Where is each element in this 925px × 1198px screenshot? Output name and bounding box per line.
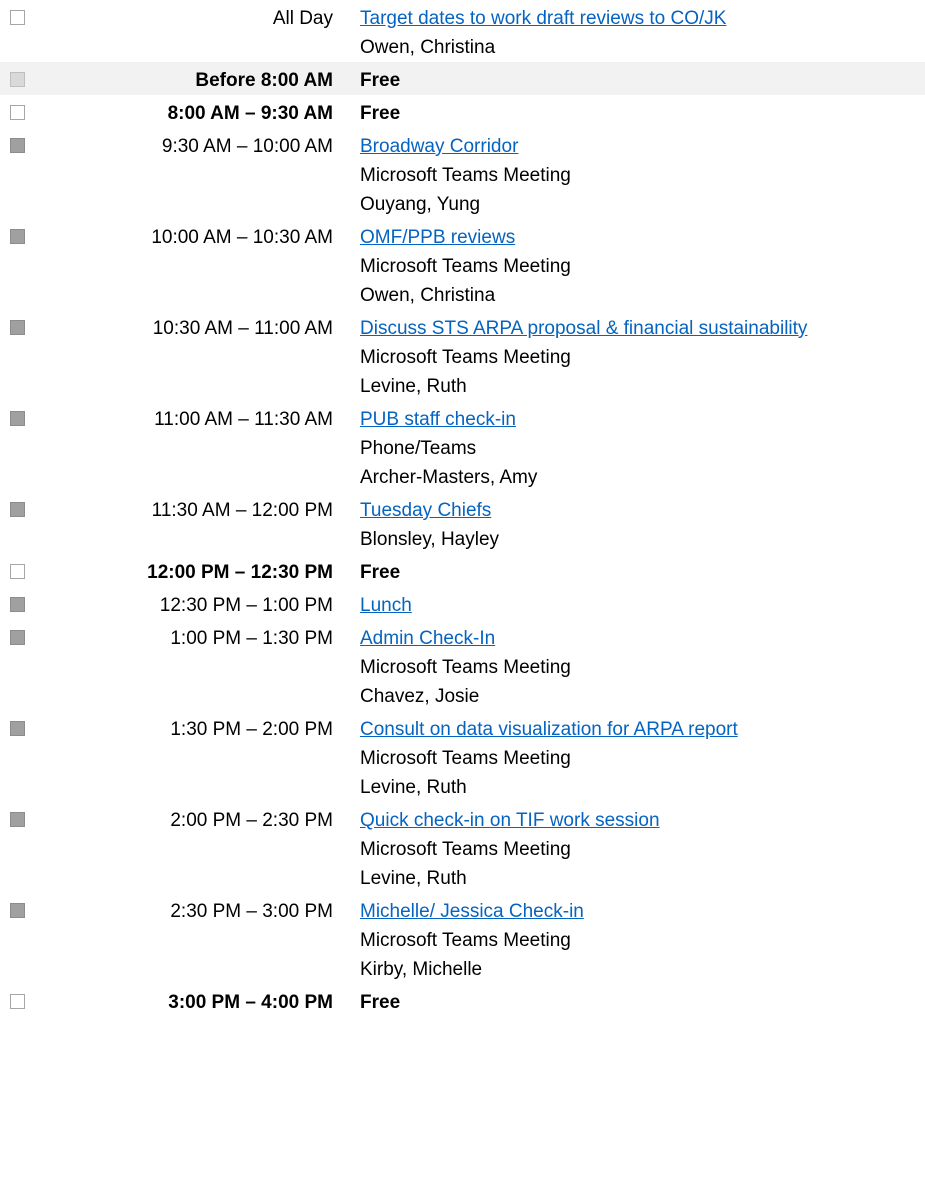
event-title-link[interactable]: Broadway Corridor xyxy=(360,132,925,161)
event-organizer: Ouyang, Yung xyxy=(360,194,481,215)
event-organizer: Kirby, Michelle xyxy=(360,959,483,980)
agenda-row: 9:30 AM – 10:00 AM Broadway Corridor Micro… xyxy=(0,128,925,219)
event-title-link[interactable]: Admin Check-In xyxy=(360,624,925,653)
agenda-row: 2:30 PM – 3:00 PM Michelle/ Jessica Check… xyxy=(0,893,925,984)
agenda-list: All Day Target dates to work draft review… xyxy=(0,0,925,1017)
event-title-link[interactable]: Quick check-in on TIF work session xyxy=(360,806,925,835)
busy-status-box xyxy=(10,502,25,517)
agenda-details: Tuesday Chiefs Blonsley, Hayley xyxy=(333,496,925,554)
agenda-details: PUB staff check-in Phone/Teams Archer-Mast… xyxy=(333,405,925,492)
event-organizer: Chavez, Josie xyxy=(360,686,480,707)
busy-status-box xyxy=(10,229,25,244)
event-organizer: Owen, Christina xyxy=(360,37,496,58)
agenda-time: 10:30 AM – 11:00 AM xyxy=(152,318,333,339)
agenda-time: 11:30 AM – 12:00 PM xyxy=(151,500,333,521)
event-title-link[interactable]: Michelle/ Jessica Check-in xyxy=(360,897,925,926)
agenda-row: 2:00 PM – 2:30 PM Quick check-in on TIF w… xyxy=(0,802,925,893)
agenda-time: 9:30 AM – 10:00 AM xyxy=(161,136,333,157)
free-label: Free xyxy=(360,992,401,1013)
busy-status-box xyxy=(10,630,25,645)
busy-status-box xyxy=(10,903,25,918)
free-status-box xyxy=(10,105,25,120)
busy-status-box xyxy=(10,411,25,426)
agenda-row: 3:00 PM – 4:00 PM Free xyxy=(0,984,925,1017)
event-organizer: Blonsley, Hayley xyxy=(360,529,500,550)
event-location: Microsoft Teams Meeting xyxy=(360,748,571,769)
event-location: Microsoft Teams Meeting xyxy=(360,165,571,186)
agenda-time: 3:00 PM – 4:00 PM xyxy=(168,992,333,1013)
agenda-details: Free xyxy=(333,66,925,95)
event-title-link[interactable]: Target dates to work draft reviews to CO… xyxy=(360,4,925,33)
free-status-box xyxy=(10,994,25,1009)
agenda-row: 10:30 AM – 11:00 AM Discuss STS ARPA prop… xyxy=(0,310,925,401)
event-title-link[interactable]: PUB staff check-in xyxy=(360,405,925,434)
agenda-details: Consult on data visualization for ARPA r… xyxy=(333,715,925,802)
agenda-time: All Day xyxy=(272,8,333,29)
busy-status-box xyxy=(10,597,25,612)
agenda-details: OMF/PPB reviews Microsoft Teams Meeting Ow… xyxy=(333,223,925,310)
agenda-time: 1:30 PM – 2:00 PM xyxy=(170,719,333,740)
agenda-time: 2:30 PM – 3:00 PM xyxy=(170,901,333,922)
agenda-time: 10:00 AM – 10:30 AM xyxy=(151,227,333,248)
agenda-time: Before 8:00 AM xyxy=(195,70,333,91)
agenda-details: Michelle/ Jessica Check-in Microsoft Team… xyxy=(333,897,925,984)
agenda-details: Free xyxy=(333,558,925,587)
free-status-box xyxy=(10,564,25,579)
agenda-row: 1:00 PM – 1:30 PM Admin Check-In Microsoft… xyxy=(0,620,925,711)
agenda-time: 2:00 PM – 2:30 PM xyxy=(170,810,333,831)
agenda-row: 8:00 AM – 9:30 AM Free xyxy=(0,95,925,128)
free-status-box xyxy=(10,10,25,25)
event-location: Microsoft Teams Meeting xyxy=(360,839,571,860)
agenda-time: 11:00 AM – 11:30 AM xyxy=(154,409,333,430)
agenda-time: 1:00 PM – 1:30 PM xyxy=(170,628,333,649)
event-location: Microsoft Teams Meeting xyxy=(360,256,571,277)
free-status-box xyxy=(10,72,25,87)
agenda-row: 1:30 PM – 2:00 PM Consult on data visuali… xyxy=(0,711,925,802)
agenda-details: Lunch xyxy=(333,591,925,620)
busy-status-box xyxy=(10,721,25,736)
event-title-link[interactable]: Discuss STS ARPA proposal & financial su… xyxy=(360,314,925,343)
agenda-time: 8:00 AM – 9:30 AM xyxy=(167,103,333,124)
event-title-link[interactable]: Tuesday Chiefs xyxy=(360,496,925,525)
event-organizer: Archer-Masters, Amy xyxy=(360,467,538,488)
agenda-details: Target dates to work draft reviews to CO… xyxy=(333,4,925,62)
event-title-link[interactable]: Consult on data visualization for ARPA r… xyxy=(360,715,925,744)
free-label: Free xyxy=(360,103,401,124)
agenda-row: 11:30 AM – 12:00 PM Tuesday Chiefs Blonsle… xyxy=(0,492,925,554)
event-organizer: Levine, Ruth xyxy=(360,868,467,889)
event-location: Microsoft Teams Meeting xyxy=(360,347,571,368)
event-location: Microsoft Teams Meeting xyxy=(360,930,571,951)
busy-status-box xyxy=(10,138,25,153)
busy-status-box xyxy=(10,812,25,827)
agenda-row: 11:00 AM – 11:30 AM PUB staff check-in Pho… xyxy=(0,401,925,492)
agenda-details: Discuss STS ARPA proposal & financial su… xyxy=(333,314,925,401)
event-location: Microsoft Teams Meeting xyxy=(360,657,571,678)
agenda-details: Broadway Corridor Microsoft Teams Meeting… xyxy=(333,132,925,219)
event-organizer: Owen, Christina xyxy=(360,285,496,306)
agenda-time: 12:30 PM – 1:00 PM xyxy=(159,595,333,616)
event-organizer: Levine, Ruth xyxy=(360,376,467,397)
agenda-row: All Day Target dates to work draft review… xyxy=(0,0,925,62)
free-label: Free xyxy=(360,562,401,583)
agenda-row: 10:00 AM – 10:30 AM OMF/PPB reviews Micros… xyxy=(0,219,925,310)
agenda-details: Admin Check-In Microsoft Teams Meeting Cha… xyxy=(333,624,925,711)
agenda-row: Before 8:00 AM Free xyxy=(0,62,925,95)
event-location: Phone/Teams xyxy=(360,438,477,459)
agenda-details: Free xyxy=(333,99,925,128)
agenda-details: Free xyxy=(333,988,925,1017)
agenda-details: Quick check-in on TIF work session Micros… xyxy=(333,806,925,893)
free-label: Free xyxy=(360,70,401,91)
agenda-time: 12:00 PM – 12:30 PM xyxy=(147,562,333,583)
agenda-row: 12:30 PM – 1:00 PM Lunch xyxy=(0,587,925,620)
busy-status-box xyxy=(10,320,25,335)
agenda-row: 12:00 PM – 12:30 PM Free xyxy=(0,554,925,587)
event-organizer: Levine, Ruth xyxy=(360,777,467,798)
event-title-link[interactable]: Lunch xyxy=(360,591,925,620)
event-title-link[interactable]: OMF/PPB reviews xyxy=(360,223,925,252)
